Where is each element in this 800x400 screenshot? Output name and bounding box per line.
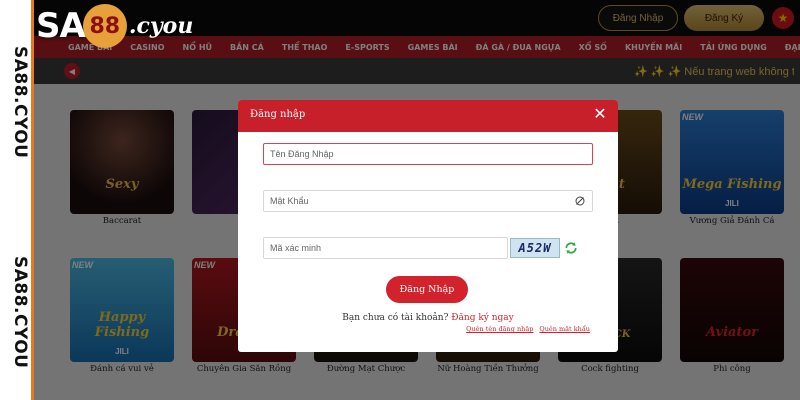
watermark-text-top: SA88.CYOU: [10, 46, 30, 159]
logo-domain: .cyou: [128, 13, 194, 39]
eye-off-icon[interactable]: [574, 195, 586, 207]
login-modal: Đăng nhập ✕ A52W Đăng Nhập Bạn chưa có t…: [238, 100, 618, 352]
refresh-icon[interactable]: [564, 241, 578, 255]
modal-title: Đăng nhập: [250, 109, 306, 120]
username-field[interactable]: [263, 143, 593, 165]
password-field[interactable]: [263, 190, 593, 212]
forgot-password-link[interactable]: Quên mật khẩu: [539, 325, 590, 333]
site-logo[interactable]: SA 88 .cyou: [36, 4, 193, 48]
logo-badge: 88: [82, 4, 127, 48]
no-account-text: Bạn chưa có tài khoản?: [342, 313, 449, 323]
captcha-field[interactable]: [263, 237, 508, 259]
login-submit-button[interactable]: Đăng Nhập: [386, 276, 468, 303]
modal-header: Đăng nhập ✕: [238, 100, 618, 132]
watermark-strip: SA88.CYOU SA88.CYOU: [0, 0, 34, 400]
close-icon[interactable]: ✕: [592, 106, 608, 124]
logo-brand: SA: [36, 6, 86, 46]
forgot-username-link[interactable]: Quên tên đăng nhập: [466, 325, 533, 333]
no-account-prompt: Bạn chưa có tài khoản? Đăng ký ngay: [238, 313, 618, 323]
username-input[interactable]: [264, 144, 592, 164]
captcha-image: A52W: [510, 238, 560, 258]
captcha-input[interactable]: [264, 238, 507, 258]
password-input[interactable]: [264, 191, 592, 211]
recovery-links: Quên tên đăng nhập Quên mật khẩu: [466, 325, 590, 333]
register-now-link[interactable]: Đăng ký ngay: [451, 313, 513, 323]
watermark-text-bottom: SA88.CYOU: [10, 256, 30, 369]
